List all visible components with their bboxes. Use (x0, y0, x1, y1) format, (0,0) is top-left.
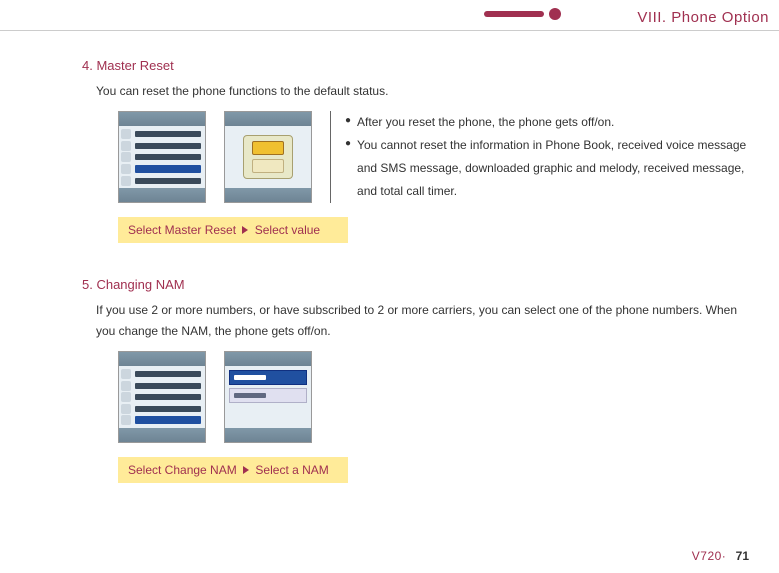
page-header: VIII. Phone Option (0, 6, 779, 32)
section5-figure-row (118, 351, 747, 443)
triangle-right-icon (243, 466, 249, 474)
caption-part-a: Select Change NAM (128, 463, 237, 477)
section4-intro: You can reset the phone functions to the… (96, 81, 747, 101)
phone-screenshot-nam-select (224, 351, 312, 443)
section-title-changing-nam: 5. Changing NAM (82, 277, 747, 292)
chapter-title: VIII. Phone Option (637, 9, 769, 26)
caption-part-b: Select a NAM (255, 463, 328, 477)
bullet-text: After you reset the phone, the phone get… (357, 111, 614, 134)
model-number: V720· (692, 549, 727, 563)
caption-part-b: Select value (255, 223, 320, 237)
bullet-text: You cannot reset the information in Phon… (357, 134, 747, 202)
section4-bullets: ● After you reset the phone, the phone g… (345, 111, 747, 202)
header-rule (0, 30, 779, 31)
bullet-dot-icon: ● (345, 134, 351, 153)
caption-master-reset: Select Master Reset Select value (118, 217, 348, 243)
accent-bar (484, 11, 544, 17)
page-content: 4. Master Reset You can reset the phone … (82, 58, 747, 483)
phone-screenshot-nam-menu (118, 351, 206, 443)
page-number: 71 (736, 549, 749, 563)
phone-screenshot-reset-dialog (224, 111, 312, 203)
bullet-dot-icon: ● (345, 111, 351, 130)
section5-intro: If you use 2 or more numbers, or have su… (96, 300, 747, 341)
section-title-master-reset: 4. Master Reset (82, 58, 747, 73)
caption-changing-nam: Select Change NAM Select a NAM (118, 457, 348, 483)
caption-part-a: Select Master Reset (128, 223, 236, 237)
triangle-right-icon (242, 226, 248, 234)
page-footer: V720· 71 (692, 549, 749, 563)
accent-dot (549, 8, 561, 20)
phone-screenshot-menu (118, 111, 206, 203)
section4-figure-row: ● After you reset the phone, the phone g… (118, 111, 747, 203)
vertical-divider (330, 111, 331, 203)
